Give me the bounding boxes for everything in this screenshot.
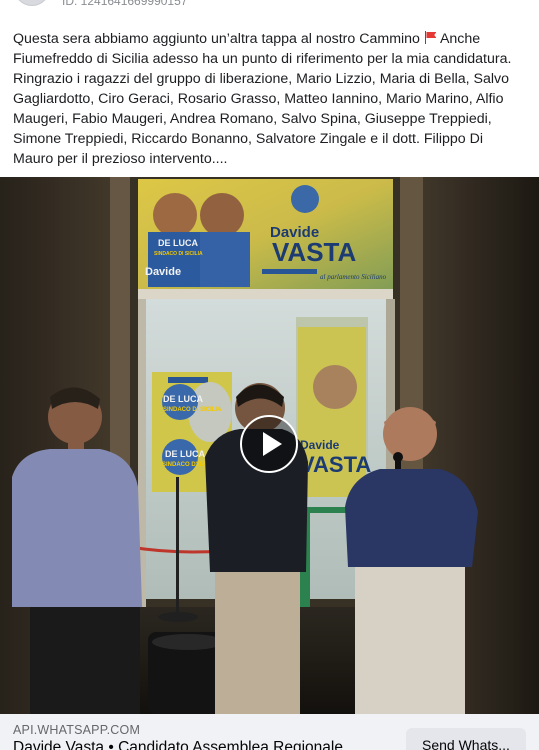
video-player[interactable]: DE LUCA SINDACO DI SICILIA Davide Davide…	[0, 177, 539, 714]
link-preview[interactable]: API.WHATSAPP.COM Davide Vasta • Candidat…	[0, 714, 539, 750]
play-button[interactable]	[240, 415, 298, 473]
post-text: Questa sera abbiamo aggiunto un’altra ta…	[13, 29, 525, 169]
play-icon	[263, 432, 282, 456]
post-id: ID: 1241641669990157	[62, 0, 188, 8]
post-text-part2: Anche Fiumefreddo di Sicilia adesso ha u…	[13, 31, 512, 167]
post-header: ID: 1241641669990157	[0, 0, 539, 14]
send-whatsapp-button[interactable]: Send Whats...	[406, 728, 526, 750]
link-domain: API.WHATSAPP.COM	[13, 723, 141, 737]
link-title[interactable]: Davide Vasta • Candidato Assemblea Regio…	[13, 739, 343, 750]
red-flag-icon	[424, 31, 438, 44]
avatar[interactable]	[14, 0, 50, 6]
post-text-part1: Questa sera abbiamo aggiunto un’altra ta…	[13, 31, 420, 47]
